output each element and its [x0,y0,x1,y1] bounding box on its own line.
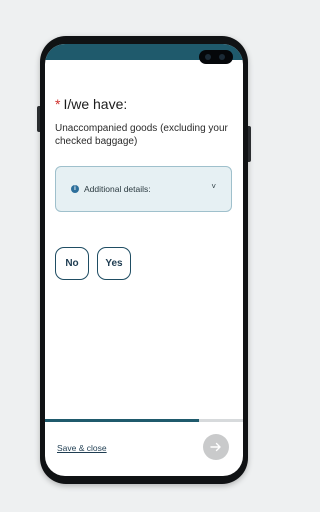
info-icon: i [71,185,79,193]
progress-bar [45,419,243,422]
next-button[interactable] [203,434,229,460]
chevron-down-icon: ˅ [211,182,216,191]
front-camera [199,50,233,64]
additional-details-label: Additional details: [84,184,151,194]
save-and-close-link[interactable]: Save & close [57,443,107,453]
additional-details-panel[interactable]: i Additional details: ˅ [55,166,232,212]
question-text: I/we have: [63,96,128,112]
arrow-right-icon [210,442,221,452]
volume-button [37,106,40,132]
question-subtitle: Unaccompanied goods (excluding your chec… [55,123,228,147]
question-title: * I/we have: [55,96,127,112]
screen: * I/we have: Unaccompanied goods (excludi… [45,44,243,476]
yes-button[interactable]: Yes [97,247,131,280]
progress-bar-fill [45,419,200,422]
phone-frame: * I/we have: Unaccompanied goods (excludi… [37,36,251,484]
power-button [248,126,251,162]
no-button[interactable]: No [55,247,89,280]
required-marker: * [55,96,61,112]
